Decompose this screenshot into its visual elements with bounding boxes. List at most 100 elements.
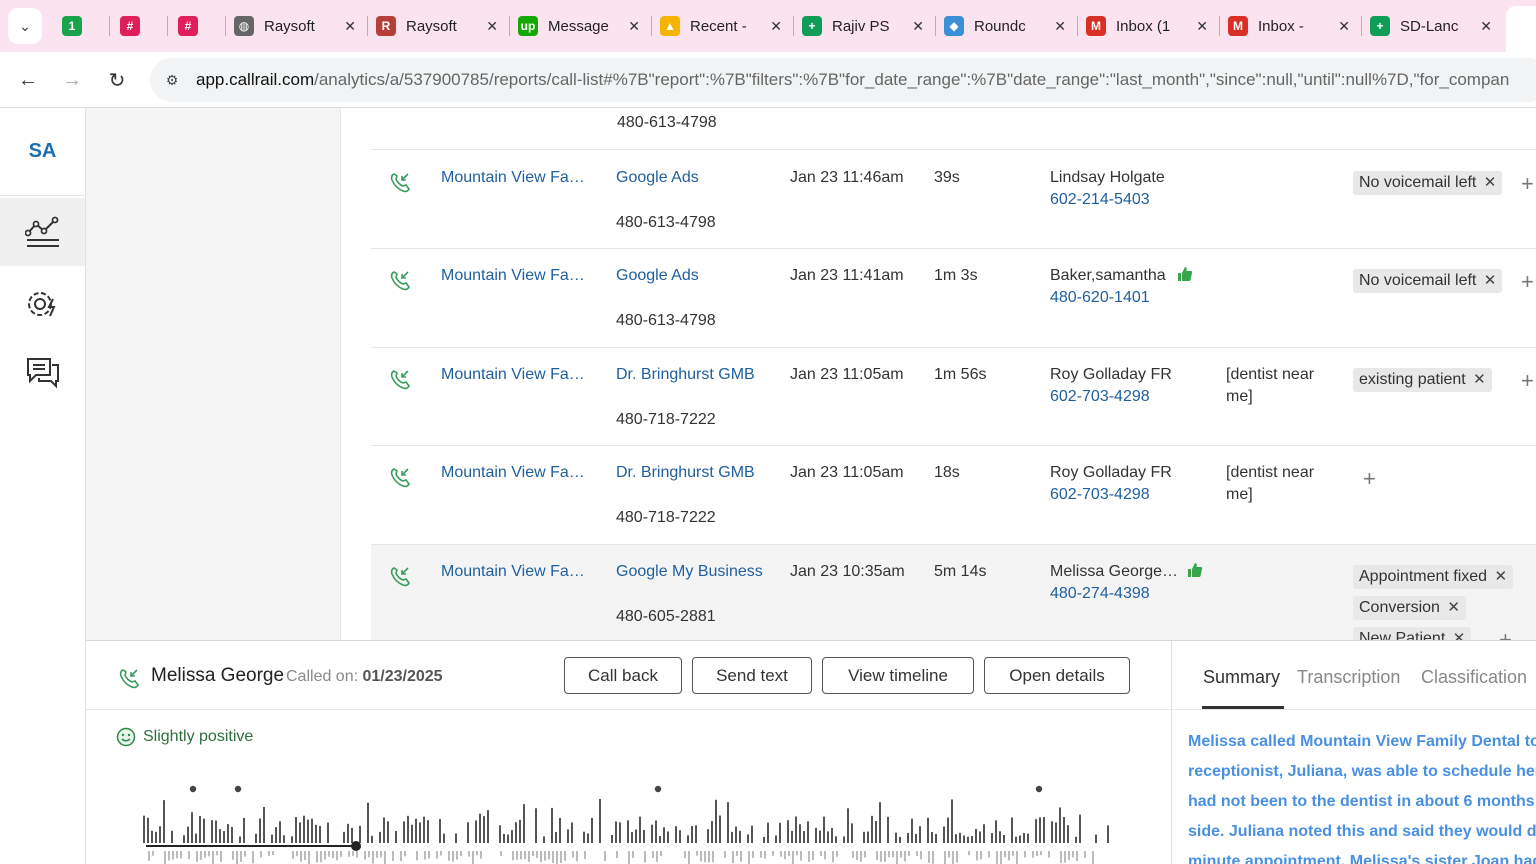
tab-close-icon[interactable]: ✕ [912,18,924,35]
waveform-bar [712,851,714,863]
browser-tab[interactable]: # [168,8,224,44]
add-tag-icon[interactable]: + [1521,173,1534,195]
table-row[interactable]: Mountain View Fa… Google My Business 480-6… [371,545,1536,640]
browser-tab[interactable]: ◆ Roundc ✕ [934,8,1076,44]
tab-search-chevron-icon[interactable]: ⌄ [8,8,42,44]
waveform-bar [567,829,569,843]
source-link[interactable]: Google My Business [616,563,763,581]
smiley-icon [116,727,136,747]
add-tag-icon[interactable]: + [1363,468,1376,490]
call-audio-waveform[interactable] [141,781,1121,864]
sidebar-item-messages[interactable] [0,338,85,406]
tab-close-icon[interactable]: ✕ [628,18,640,35]
waveform-bar [751,825,753,843]
caller-phone-link[interactable]: 480-274-4398 [1050,585,1150,603]
remove-tag-icon[interactable]: ✕ [1484,269,1497,293]
sidebar-item-analytics[interactable] [0,198,85,266]
waveform-marker[interactable] [234,785,242,793]
table-row[interactable]: Mountain View Fa… Dr. Bringhurst GMB 480-7… [371,446,1536,545]
table-row[interactable]: Mountain View Fa… Google Ads 480-613-4798 J… [371,151,1536,249]
browser-tab[interactable]: M Inbox - ✕ [1218,8,1360,44]
waveform-bar [347,823,349,843]
source-link[interactable]: Google Ads [616,169,699,187]
waveform-bar [904,851,906,862]
back-arrow-icon[interactable]: ← [14,66,42,94]
table-row[interactable]: Mountain View Fa… Dr. Bringhurst GMB 480-7… [371,348,1536,446]
company-link[interactable]: Mountain View Fa… [441,169,585,187]
browser-tab[interactable]: M Inbox (1 ✕ [1076,8,1218,44]
tab-close-icon[interactable]: ✕ [1054,18,1066,35]
table-row[interactable]: Mountain View Fa… Google Ads 480-613-4798 J… [371,249,1536,348]
browser-tab[interactable]: ◍ Raysoft ✕ [224,8,366,44]
company-link[interactable]: Mountain View Fa… [441,563,585,581]
waveform-bar [519,819,521,843]
caller-phone-link[interactable]: 480-620-1401 [1050,289,1150,307]
call-back-button[interactable]: Call back [564,657,682,694]
waveform-bar [1067,825,1069,843]
waveform-bar [308,851,310,864]
waveform-marker[interactable] [654,785,662,793]
remove-tag-icon[interactable]: ✕ [1495,565,1508,589]
waveform-bar [168,851,170,861]
tab-summary[interactable]: Summary [1203,667,1280,688]
browser-tab[interactable]: R Raysoft ✕ [366,8,508,44]
waveform-bar [372,851,374,864]
caller-phone-link[interactable]: 602-703-4298 [1050,388,1150,406]
add-tag-icon[interactable]: + [1521,370,1534,392]
sidebar-item-settings[interactable] [0,270,85,338]
browser-tab[interactable]: 1 [52,8,108,44]
caller-phone-link[interactable]: 602-703-4298 [1050,486,1150,504]
remove-tag-icon[interactable]: ✕ [1447,596,1460,620]
waveform-bar [836,851,838,857]
playback-head[interactable] [351,841,361,851]
remove-tag-icon[interactable]: ✕ [1484,171,1497,195]
tab-close-icon[interactable]: ✕ [1338,18,1350,35]
tab-close-icon[interactable]: ✕ [486,18,498,35]
site-info-icon[interactable]: ⚙ [162,70,182,90]
reload-icon[interactable]: ↻ [103,66,131,94]
view-timeline-button[interactable]: View timeline [822,657,974,694]
tab-classification[interactable]: Classification [1421,667,1527,688]
waveform-bar [528,851,530,862]
open-details-button[interactable]: Open details [984,657,1130,694]
waveform-bar [952,851,954,864]
tab-close-icon[interactable]: ✕ [1196,18,1208,35]
tab-close-icon[interactable]: ✕ [344,18,356,35]
browser-tab[interactable]: + SD-Lanc ✕ [1360,8,1502,44]
waveform-marker[interactable] [189,785,197,793]
add-tag-icon[interactable]: + [1499,629,1512,641]
tab-transcription[interactable]: Transcription [1297,667,1400,688]
waveform-bar [711,821,713,843]
account-logo[interactable]: SA [0,108,85,196]
waveform-bar [403,821,405,843]
waveform-bar [1107,825,1109,843]
company-link[interactable]: Mountain View Fa… [441,267,585,285]
browser-tab[interactable]: up Message ✕ [508,8,650,44]
company-link[interactable]: Mountain View Fa… [441,464,585,482]
source-link[interactable]: Dr. Bringhurst GMB [616,464,755,482]
source-link[interactable]: Dr. Bringhurst GMB [616,366,755,384]
waveform-bar [268,851,270,856]
address-bar[interactable]: ⚙ app.callrail.com/analytics/a/537900785… [150,58,1536,102]
source-link[interactable]: Google Ads [616,267,699,285]
browser-tab[interactable]: ▲ Recent - ✕ [650,8,792,44]
caller-phone-link[interactable]: 602-214-5403 [1050,191,1150,209]
company-link[interactable]: Mountain View Fa… [441,366,585,384]
waveform-bar [295,817,297,843]
waveform-bar [1000,851,1002,864]
remove-tag-icon[interactable]: ✕ [1473,368,1486,392]
waveform-bar [788,851,790,856]
remove-tag-icon[interactable]: ✕ [1453,627,1466,640]
waveform-bar [439,819,441,843]
tab-close-icon[interactable]: ✕ [1480,18,1492,35]
browser-tab[interactable]: + Rajiv PS ✕ [792,8,934,44]
send-text-button[interactable]: Send text [692,657,812,694]
browser-tab[interactable]: # [110,8,166,44]
waveform-bar [863,831,865,843]
waveform-marker[interactable] [1035,785,1043,793]
add-tag-icon[interactable]: + [1521,271,1534,293]
tab-close-icon[interactable]: ✕ [770,18,782,35]
forward-arrow-icon[interactable]: → [58,66,86,94]
url-text[interactable]: app.callrail.com/analytics/a/537900785/r… [196,70,1509,90]
active-tab[interactable] [1506,6,1536,52]
